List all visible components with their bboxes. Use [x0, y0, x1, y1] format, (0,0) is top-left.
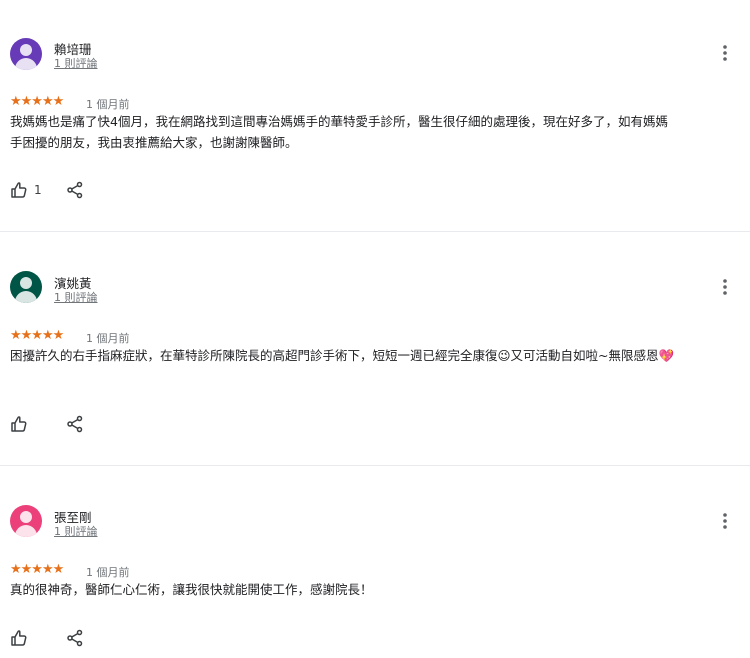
review-card: 濱姚黃 1 則評論 ★★★★★ 1 個月前 困擾許久的右手指麻症狀，在華特診所陳…: [0, 232, 750, 465]
like-button[interactable]: 1: [10, 180, 42, 200]
review-card: 張至剛 1 則評論 ★★★★★ 1 個月前 真的很神奇，醫師仁心仁術，讓我很快就…: [0, 466, 750, 658]
review-age: 1 個月前: [86, 332, 130, 345]
thumb-up-icon: [11, 182, 27, 198]
star-rating: ★★★★★: [10, 328, 64, 343]
like-button[interactable]: [10, 414, 34, 434]
review-text: 困擾許久的右手指麻症狀，在華特診所陳院長的高超門診手術下，短短一週已經完全康復😉…: [10, 348, 675, 363]
like-button[interactable]: [10, 628, 34, 648]
avatar[interactable]: [10, 505, 42, 537]
review-card: 賴培珊 1 則評論 ★★★★★ 1 個月前 我媽媽也是痛了快4個月，我在網路找到…: [0, 0, 750, 231]
more-vert-icon[interactable]: [716, 276, 734, 298]
review-age: 1 個月前: [86, 98, 130, 111]
like-count: 1: [34, 183, 42, 197]
share-icon[interactable]: [66, 629, 84, 647]
thumb-up-icon: [11, 416, 27, 432]
more-vert-icon[interactable]: [716, 42, 734, 64]
share-icon[interactable]: [66, 415, 84, 433]
reviewer-review-count[interactable]: 1 則評論: [54, 289, 98, 305]
avatar[interactable]: [10, 271, 42, 303]
more-vert-icon[interactable]: [716, 510, 734, 532]
reviewer-review-count[interactable]: 1 則評論: [54, 55, 98, 71]
star-rating: ★★★★★: [10, 94, 64, 109]
review-text: 真的很神奇，醫師仁心仁術，讓我很快就能開使工作，感謝院長！: [10, 582, 373, 597]
star-rating: ★★★★★: [10, 562, 64, 577]
person-icon: [20, 511, 32, 523]
reviewer-review-count[interactable]: 1 則評論: [54, 523, 98, 539]
person-icon: [20, 44, 32, 56]
avatar[interactable]: [10, 38, 42, 70]
share-icon[interactable]: [66, 181, 84, 199]
review-text: 我媽媽也是痛了快4個月，我在網路找到這間專治媽媽手的華特愛手診所，醫生很仔細的處…: [10, 114, 668, 150]
review-age: 1 個月前: [86, 566, 130, 579]
thumb-up-icon: [11, 630, 27, 646]
person-icon: [20, 277, 32, 289]
